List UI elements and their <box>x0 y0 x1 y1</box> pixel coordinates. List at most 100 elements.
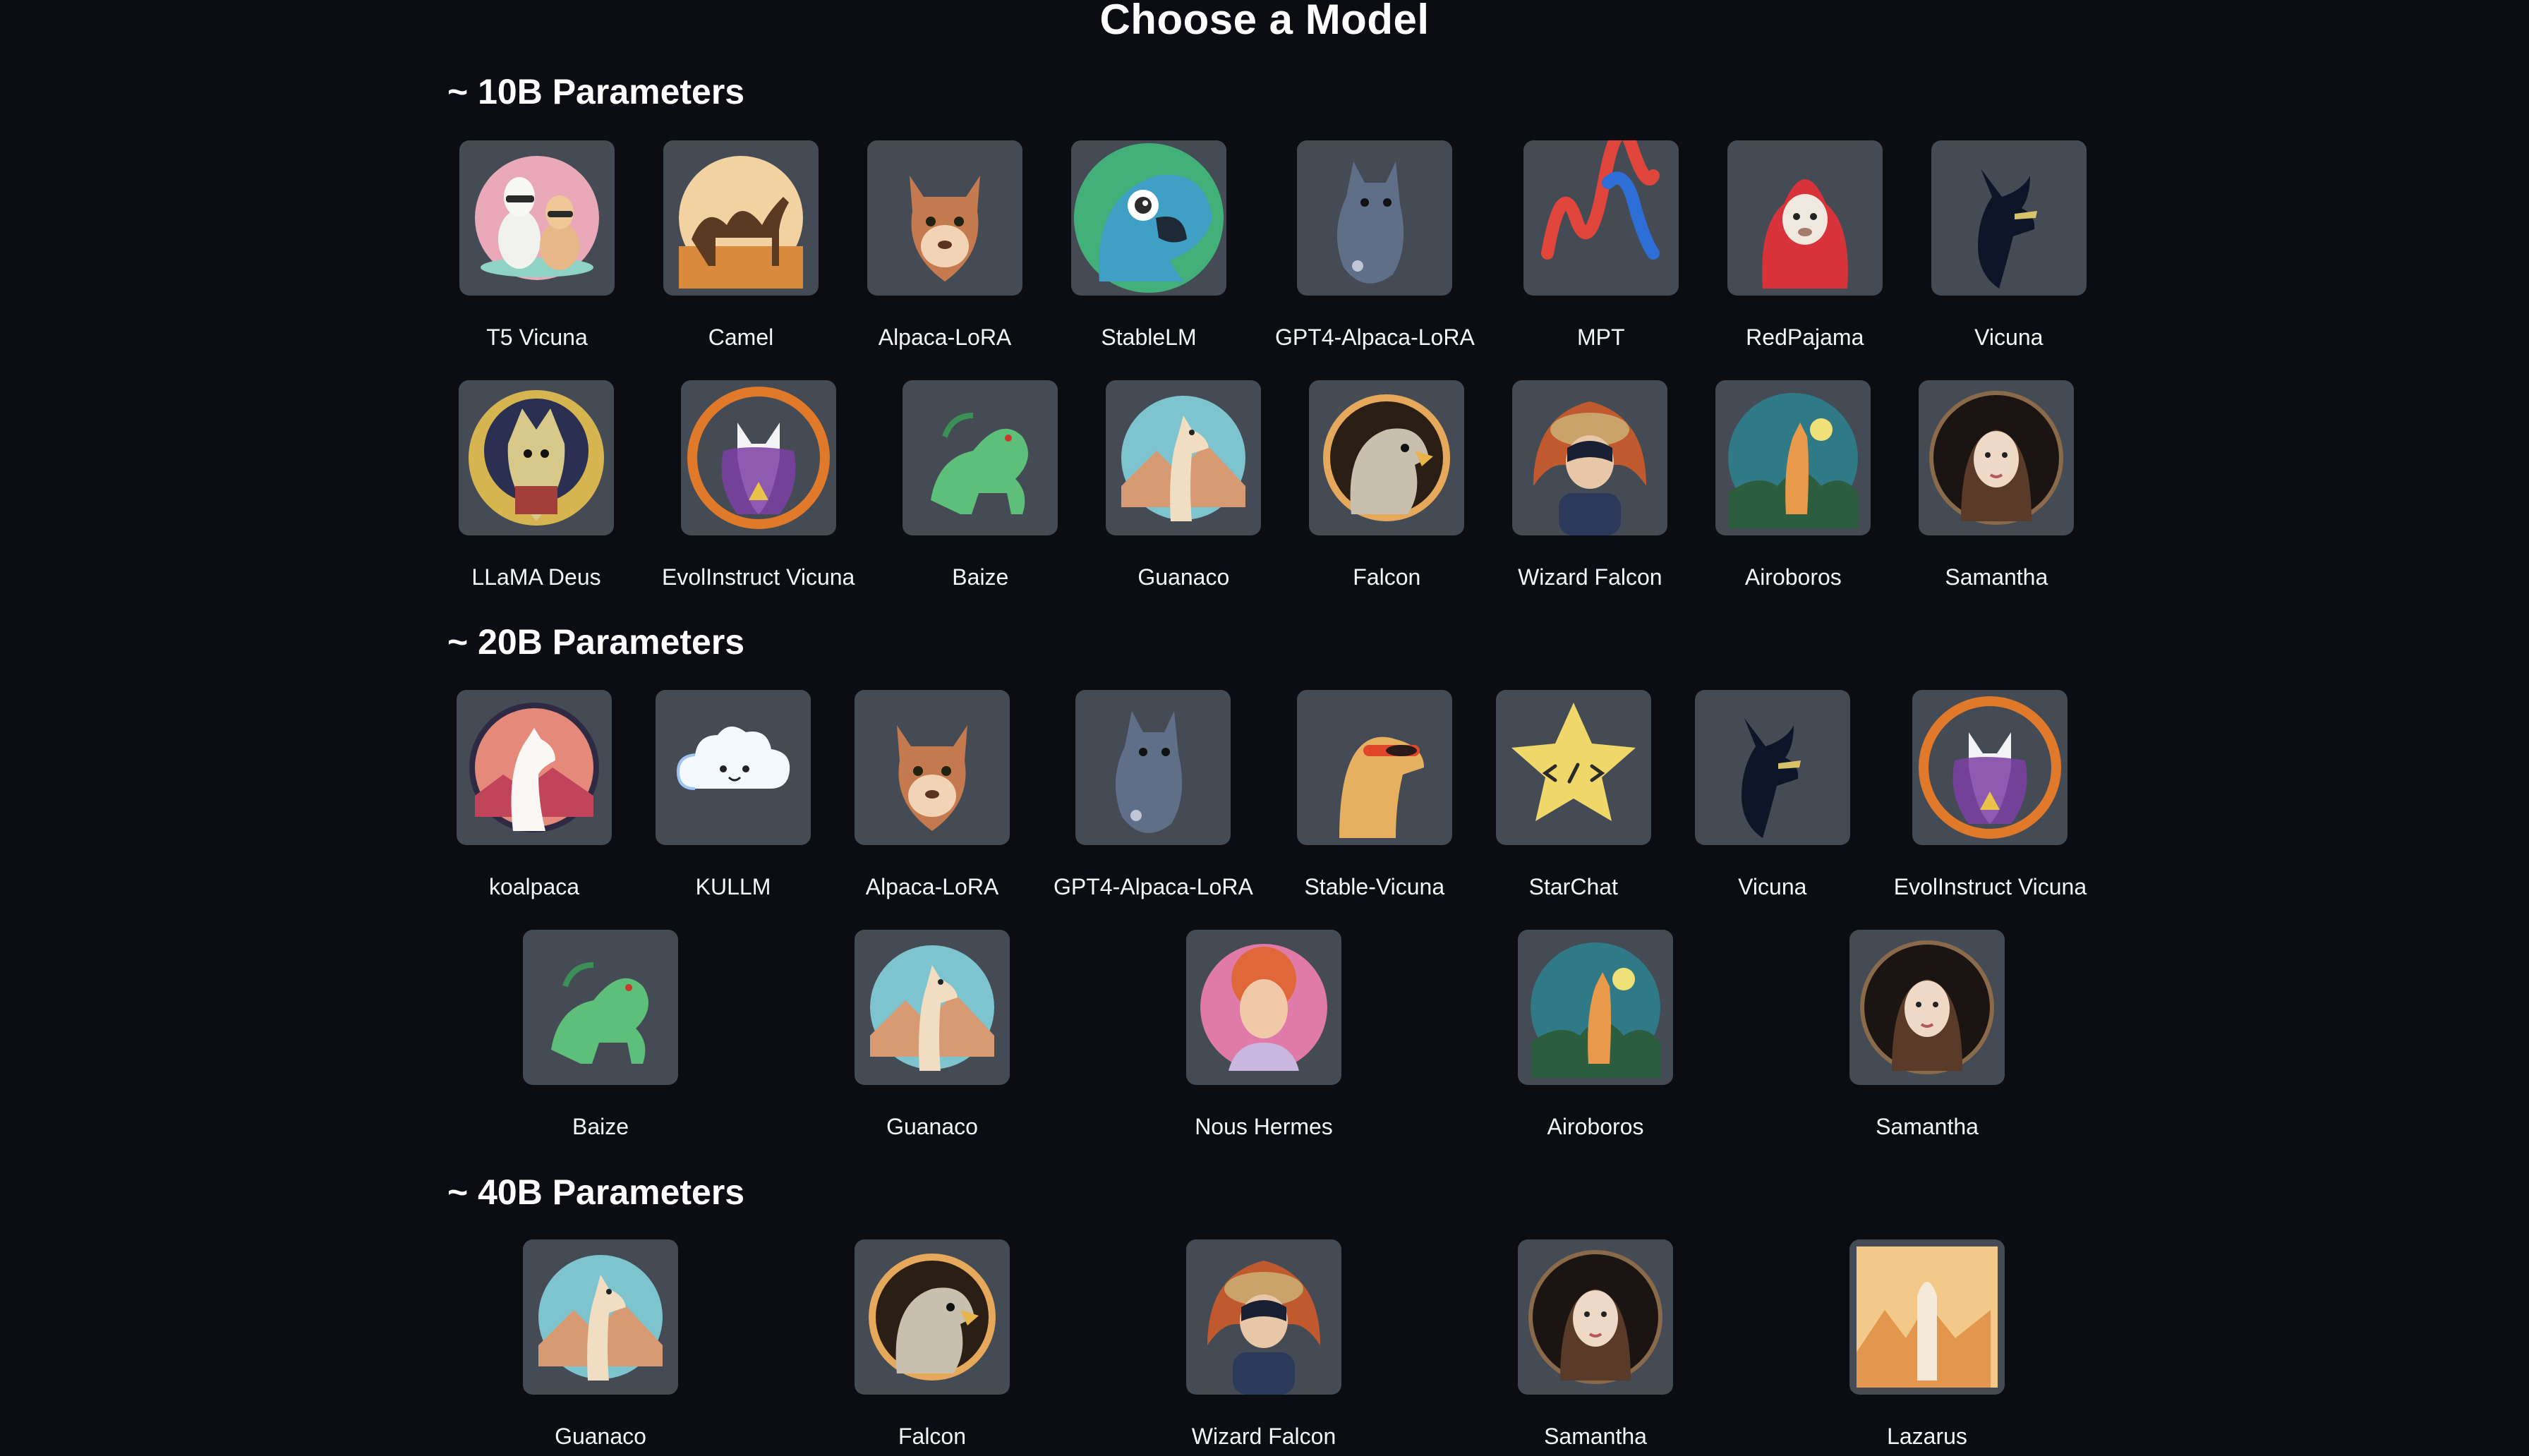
model-card-stable-vicuna[interactable]: Stable-Vicuna <box>1296 690 1452 900</box>
model-card-evolinstruct-vicuna[interactable]: EvolInstruct Vicuna <box>662 380 855 590</box>
model-label: Falcon <box>898 1424 967 1449</box>
model-label: StarChat <box>1528 874 1618 899</box>
model-label: Alpaca-LoRA <box>865 874 999 899</box>
green-dragon-icon <box>523 930 678 1085</box>
model-card-baize[interactable]: Baize <box>523 930 678 1140</box>
model-card-redpajama[interactable]: RedPajama <box>1727 140 1883 351</box>
model-label: Guanaco <box>555 1424 646 1449</box>
model-card-guanaco[interactable]: Guanaco <box>855 930 1010 1140</box>
samantha-icon <box>1849 930 2005 1085</box>
section-title-40b: ~ 40B Parameters <box>447 1172 745 1212</box>
llama-deus-icon <box>459 380 614 535</box>
model-label: KULLM <box>695 874 771 899</box>
model-card-koalpaca[interactable]: koalpaca <box>457 690 612 900</box>
wizard-fox-icon <box>1912 690 2068 845</box>
model-card-camel[interactable]: Camel <box>663 140 819 351</box>
model-label: Wizard Falcon <box>1191 1424 1336 1449</box>
parrot-icon <box>1071 140 1226 296</box>
model-card-vicuna[interactable]: Vicuna <box>1694 690 1850 900</box>
page-title: Choose a Model <box>1099 0 1430 43</box>
cloud-icon <box>656 690 811 845</box>
samantha-icon <box>1919 380 2075 535</box>
llama-hoodie-icon <box>1727 140 1883 296</box>
mpt-logo-icon <box>1523 140 1679 296</box>
model-label: Falcon <box>1353 564 1421 590</box>
guanaco-icon <box>523 1239 678 1395</box>
model-card-gpt4-alpaca-lora[interactable]: GPT4-Alpaca-LoRA <box>1054 690 1253 900</box>
model-card-guanaco[interactable]: Guanaco <box>1106 380 1262 590</box>
samantha-icon <box>1518 1239 1673 1395</box>
model-label: Samantha <box>1876 1114 1979 1139</box>
model-label: Wizard Falcon <box>1518 564 1662 590</box>
model-card-mpt[interactable]: MPT <box>1523 140 1679 351</box>
model-card-starchat[interactable]: StarChat <box>1495 690 1651 900</box>
llama-sunglasses-icon <box>1296 690 1452 845</box>
model-card-wizard-falcon[interactable]: Wizard Falcon <box>1512 380 1668 590</box>
model-label: Baize <box>952 564 1009 590</box>
hermes-bust-icon <box>1186 930 1341 1085</box>
gray-llama-icon <box>1075 690 1231 845</box>
model-card-kullm[interactable]: KULLM <box>656 690 811 900</box>
lazarus-icon <box>1849 1239 2005 1395</box>
model-card-baize[interactable]: Baize <box>903 380 1058 590</box>
section-title-10b: ~ 10B Parameters <box>447 72 745 111</box>
model-label: Airoboros <box>1744 564 1842 590</box>
model-label: GPT4-Alpaca-LoRA <box>1054 874 1253 899</box>
model-card-alpaca-lora[interactable]: Alpaca-LoRA <box>855 690 1010 900</box>
model-label: MPT <box>1577 324 1625 350</box>
model-card-gpt4-alpaca-lora[interactable]: GPT4-Alpaca-LoRA <box>1275 140 1475 351</box>
model-card-t5-vicuna[interactable]: T5 Vicuna <box>459 140 615 351</box>
model-label: Guanaco <box>1137 564 1230 590</box>
model-label: Guanaco <box>886 1114 978 1139</box>
model-card-falcon[interactable]: Falcon <box>1309 380 1465 590</box>
model-card-stablelm[interactable]: StableLM <box>1071 140 1226 351</box>
model-card-guanaco[interactable]: Guanaco <box>523 1239 678 1450</box>
model-label: RedPajama <box>1746 324 1864 350</box>
star-code-icon <box>1495 690 1651 845</box>
wizard-falcon-icon <box>1186 1239 1341 1395</box>
model-label: koalpaca <box>488 874 580 899</box>
model-card-airoboros[interactable]: Airoboros <box>1518 930 1673 1140</box>
model-label: Vicuna <box>1738 874 1807 899</box>
model-label: LLaMA Deus <box>471 564 601 590</box>
model-grid-row: koalpaca KULLM Alpaca-LoRA GPT4-Alpaca-L… <box>457 690 2087 900</box>
model-card-lazarus[interactable]: Lazarus <box>1849 1239 2005 1450</box>
model-card-samantha[interactable]: Samantha <box>1919 380 2075 590</box>
model-label: Vicuna <box>1974 324 2044 350</box>
model-card-falcon[interactable]: Falcon <box>855 1239 1010 1450</box>
model-label: EvolInstruct Vicuna <box>1893 874 2087 899</box>
model-label: T5 Vicuna <box>486 324 588 350</box>
model-card-vicuna[interactable]: Vicuna <box>1931 140 2087 351</box>
model-card-llama-deus[interactable]: LLaMA Deus <box>459 380 614 590</box>
falcon-icon <box>855 1239 1010 1395</box>
model-card-alpaca-lora[interactable]: Alpaca-LoRA <box>867 140 1022 351</box>
airoboros-icon <box>1715 380 1871 535</box>
model-card-evolinstruct-vicuna[interactable]: EvolInstruct Vicuna <box>1894 690 2087 900</box>
airoboros-icon <box>1518 930 1673 1085</box>
model-card-samantha[interactable]: Samantha <box>1518 1239 1673 1450</box>
model-grid-row: LLaMA Deus EvolInstruct Vicuna Baize Gua… <box>459 380 2075 590</box>
koalpaca-icon <box>457 690 612 845</box>
model-label: Alpaca-LoRA <box>878 324 1012 350</box>
model-card-samantha[interactable]: Samantha <box>1849 930 2005 1140</box>
model-card-nous-hermes[interactable]: Nous Hermes <box>1186 930 1341 1140</box>
model-label: Samantha <box>1945 564 2048 590</box>
model-label: GPT4-Alpaca-LoRA <box>1275 324 1475 350</box>
wizard-falcon-icon <box>1512 380 1668 535</box>
model-card-airoboros[interactable]: Airoboros <box>1715 380 1871 590</box>
section-title-20b: ~ 20B Parameters <box>447 622 745 662</box>
model-label: StableLM <box>1101 324 1197 350</box>
model-card-wizard-falcon[interactable]: Wizard Falcon <box>1186 1239 1341 1450</box>
model-label: Airoboros <box>1547 1114 1644 1139</box>
model-label: Camel <box>708 324 774 350</box>
vicuna-silhouette-icon <box>1931 140 2087 296</box>
wizard-fox-icon <box>680 380 836 535</box>
vicuna-silhouette-icon <box>1694 690 1850 845</box>
guanaco-icon <box>1106 380 1262 535</box>
alpaca-icon <box>867 140 1022 296</box>
falcon-icon <box>1309 380 1465 535</box>
model-label: Nous Hermes <box>1195 1114 1333 1139</box>
alpaca-icon <box>855 690 1010 845</box>
green-dragon-icon <box>903 380 1058 535</box>
model-label: Baize <box>572 1114 629 1139</box>
